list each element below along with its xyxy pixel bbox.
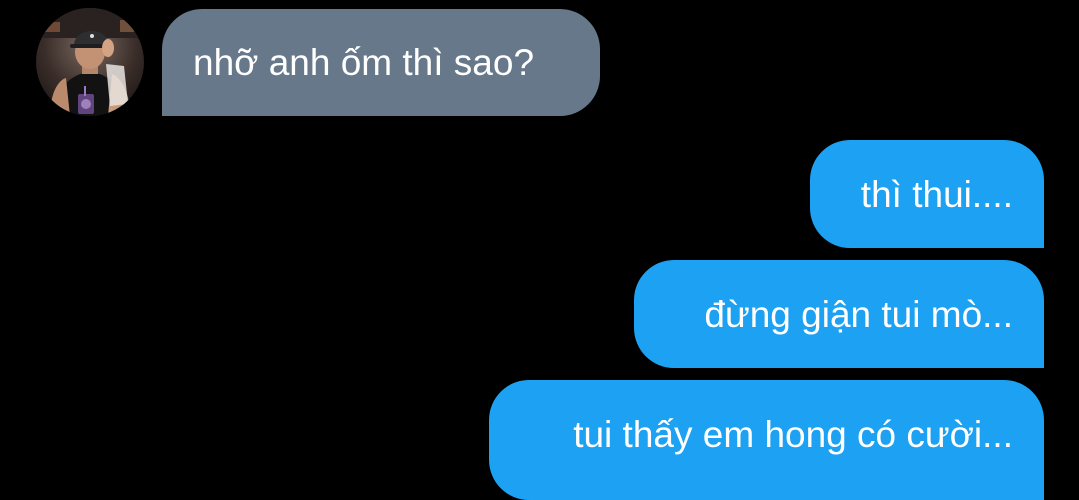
incoming-message-text: nhỡ anh ốm thì sao? — [193, 42, 535, 83]
outgoing-message-bubble[interactable]: tui thấy em hong có cười... — [489, 380, 1044, 500]
user-avatar-photo-icon — [36, 8, 144, 116]
outgoing-message-text: tui thấy em hong có cười... — [573, 413, 1013, 455]
incoming-message-bubble[interactable]: nhỡ anh ốm thì sao? — [162, 9, 600, 116]
outgoing-message-bubble[interactable]: đừng giận tui mò... — [634, 260, 1044, 368]
outgoing-message-text: đừng giận tui mò... — [704, 293, 1013, 335]
sender-avatar[interactable] — [36, 8, 144, 116]
outgoing-message-text: thì thui.... — [860, 173, 1013, 215]
outgoing-message-bubble[interactable]: thì thui.... — [810, 140, 1044, 248]
